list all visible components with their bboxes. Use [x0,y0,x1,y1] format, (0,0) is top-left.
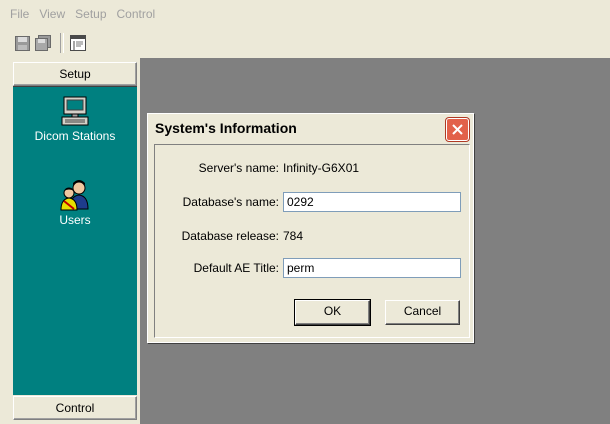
server-name-label: Server's name: [198,161,279,175]
default-ae-title-label: Default AE Title: [193,261,279,275]
menu-bar: File View Setup Control [0,0,610,28]
ok-button[interactable]: OK [294,299,371,326]
sidebar-item-users[interactable]: Users [13,179,137,227]
close-icon [452,124,463,135]
save-all-button[interactable] [34,34,52,52]
system-information-dialog: System's Information Server's name: Infi… [147,113,474,343]
server-name-value: Infinity-G6X01 [283,161,360,175]
sidebar-item-label: Users [59,213,91,227]
menu-setup[interactable]: Setup [70,0,111,28]
save-button[interactable] [13,34,31,52]
database-name-field[interactable] [283,192,461,212]
database-name-label: Database's name: [182,195,279,209]
default-ae-title-field[interactable] [283,258,461,278]
menu-control[interactable]: Control [112,0,161,28]
menu-file[interactable]: File [0,0,34,28]
sidebar: Setup Dicom Stations Users Control [13,62,137,420]
sidebar-setup-header[interactable]: Setup [13,62,137,86]
database-release-label: Database release: [181,229,279,243]
toolbar [0,28,610,58]
save-icon [14,35,30,51]
database-release-value: 784 [283,229,304,243]
dialog-body: Server's name: Infinity-G6X01 Database's… [154,144,470,338]
cancel-button[interactable]: Cancel [385,300,460,325]
application-window: File View Setup Control Setup Dicom Stat… [0,0,610,424]
computer-icon [61,96,89,126]
menu-view[interactable]: View [34,0,70,28]
save-all-icon [35,35,51,51]
dialog-title: System's Information [155,120,297,136]
close-button[interactable] [446,118,469,141]
sidebar-item-label: Dicom Stations [34,129,116,143]
dialog-title-bar[interactable]: System's Information [148,114,473,144]
users-icon [60,180,89,211]
toolbar-separator [60,33,64,53]
sidebar-panel: Dicom Stations Users [13,86,137,395]
sidebar-control-header[interactable]: Control [13,396,137,420]
sidebar-item-dicom-stations[interactable]: Dicom Stations [13,95,137,143]
properties-button[interactable] [69,34,87,52]
properties-icon [70,35,86,51]
